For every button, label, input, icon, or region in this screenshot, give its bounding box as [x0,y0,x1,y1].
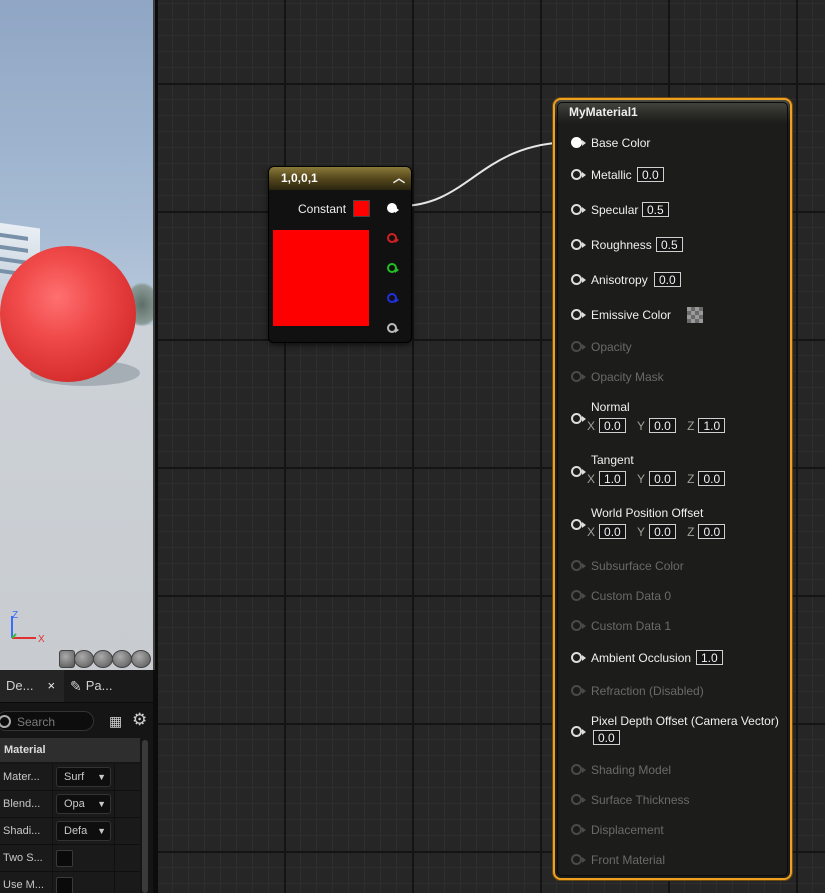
wpo-z[interactable]: 0.0 [698,524,726,539]
metallic-value[interactable]: 0.0 [637,167,664,182]
input-pin [571,560,586,571]
constant-color-swatch[interactable] [353,200,370,217]
input-pin[interactable] [571,652,586,663]
input-pin[interactable] [571,309,586,320]
input-label: Opacity Mask [591,370,664,384]
input-label: Opacity [591,340,632,354]
tangent-y[interactable]: 0.0 [649,471,676,486]
property-label: Blend... [3,798,41,810]
tangent-input-pin[interactable] [571,466,586,477]
property-row: Two S... [0,845,140,872]
ao-value[interactable]: 1.0 [696,650,723,665]
output-pin-r[interactable] [387,233,399,243]
normal-vector-fields: X 0.0 Y 0.0 Z 1.0 [587,418,733,433]
input-pin[interactable] [571,239,586,250]
dropdown-value: Opa [64,798,85,810]
input-pin [571,824,586,835]
wpo-vector-fields: X 0.0 Y 0.0 Z 0.0 [587,524,733,539]
input-pin [571,794,586,805]
tangent-x[interactable]: 1.0 [599,471,626,486]
dropdown-value: Defa [64,825,88,837]
property-label: Two S... [3,852,43,864]
normal-x[interactable]: 0.0 [599,418,626,433]
input-label: Shading Model [591,763,672,777]
pdo-input-pin[interactable] [571,726,586,737]
input-label: Ambient Occlusion [591,651,692,665]
input-label: Refraction (Disabled) [591,684,704,698]
input-label: Specular [591,203,639,217]
input-pin[interactable] [571,169,586,180]
input-label: Metallic [591,168,632,182]
input-pin [571,685,586,696]
property-label: Shadi... [3,825,41,837]
material-node-header[interactable]: MyMaterial1 [555,100,790,124]
chevron-down-icon: ▼ [97,772,106,782]
output-pin-g[interactable] [387,263,399,273]
normal-y[interactable]: 0.0 [649,418,676,433]
input-pin [571,341,586,352]
constant-node-header[interactable]: 1,0,0,1 ︿ [269,167,411,190]
input-label: World Position Offset [591,506,704,520]
emissive-color-swatch[interactable] [687,307,703,323]
collapse-icon[interactable]: ︿ [393,167,405,190]
two-sided-checkbox[interactable] [56,850,73,867]
property-row: Shadi... Defa ▼ [0,818,140,845]
blend-mode-dropdown[interactable]: Opa ▼ [56,794,111,814]
tangent-z[interactable]: 0.0 [698,471,726,486]
details-scrollbar[interactable] [142,740,148,893]
roughness-value[interactable]: 0.5 [656,237,683,252]
chevron-down-icon: ▼ [97,799,106,809]
property-label: Mater... [3,771,40,783]
use-checkbox[interactable] [56,877,73,893]
constant-color-preview [273,230,369,326]
input-label: Emissive Color [591,308,672,322]
input-label: Pixel Depth Offset (Camera Vector) [591,714,779,728]
constant-node[interactable]: 1,0,0,1 ︿ Constant [268,166,412,343]
property-label: Use M... [3,879,44,891]
input-label: Custom Data 1 [591,619,672,633]
input-label: Front Material [591,853,666,867]
normal-z[interactable]: 1.0 [698,418,726,433]
input-pin [571,371,586,382]
input-label: Surface Thickness [591,793,690,807]
material-domain-dropdown[interactable]: Surf ▼ [56,767,111,787]
input-label: Displacement [591,823,664,837]
pdo-value[interactable]: 0.0 [593,730,620,745]
input-pin [571,620,586,631]
wpo-y[interactable]: 0.0 [649,524,676,539]
normal-input-pin[interactable] [571,413,586,424]
anisotropy-value[interactable]: 0.0 [654,272,681,287]
output-pin-rgb[interactable] [387,203,399,213]
input-label: Base Color [591,136,651,150]
property-row: Blend... Opa ▼ [0,791,140,818]
wpo-x[interactable]: 0.0 [599,524,626,539]
specular-value[interactable]: 0.5 [642,202,669,217]
input-pin [571,590,586,601]
material-result-node[interactable]: MyMaterial1 Base Color Metallic 0.0 Spec… [553,98,792,880]
input-label: Normal [591,400,630,414]
input-pin[interactable] [571,204,586,215]
input-label: Subsurface Color [591,559,684,573]
chevron-down-icon: ▼ [97,826,106,836]
input-label: Roughness [591,238,652,252]
wpo-input-pin[interactable] [571,519,586,530]
input-pin[interactable] [571,274,586,285]
input-pin[interactable] [571,137,586,148]
property-row: Mater... Surf ▼ [0,764,140,791]
input-pin [571,764,586,775]
input-pin [571,854,586,865]
shading-model-dropdown[interactable]: Defa ▼ [56,821,111,841]
dropdown-value: Surf [64,771,85,783]
property-row: Use M... [0,872,140,893]
output-pin-b[interactable] [387,293,399,303]
input-label: Tangent [591,453,634,467]
constant-output-label: Constant [298,202,347,216]
input-label: Anisotropy [591,273,648,287]
input-label: Custom Data 0 [591,589,672,603]
output-pin-a[interactable] [387,323,399,333]
tangent-vector-fields: X 1.0 Y 0.0 Z 0.0 [587,471,733,486]
constant-node-title: 1,0,0,1 [281,171,318,185]
